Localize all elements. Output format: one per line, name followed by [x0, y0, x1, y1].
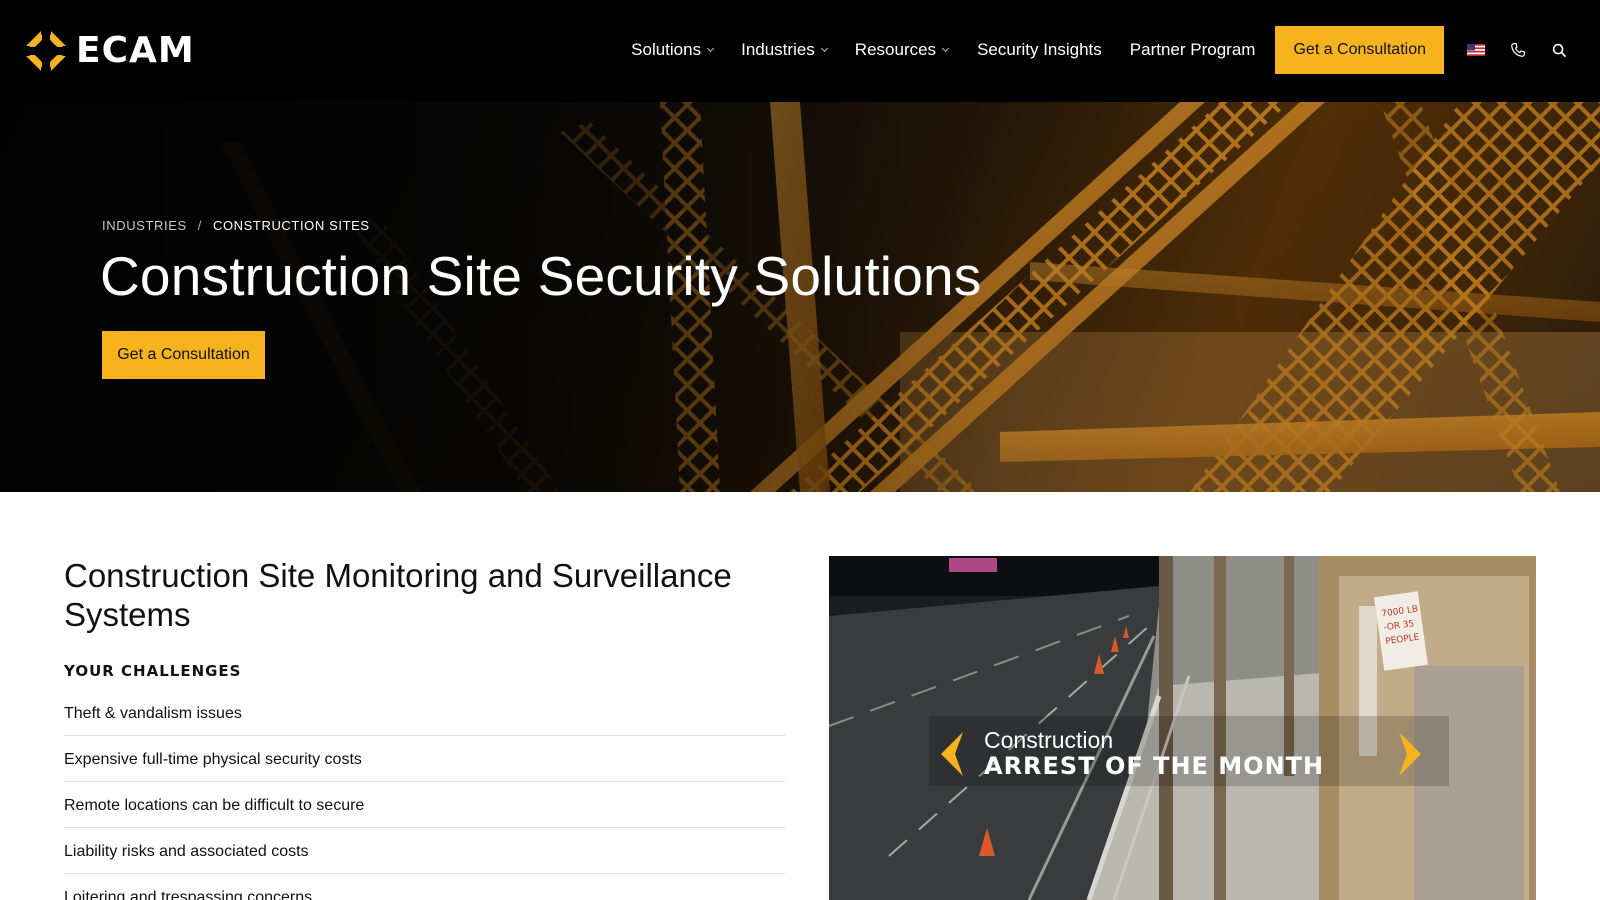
arrest-of-the-month-video[interactable]: 7000 LB -OR 35 PEOPLE Construction ARRES… [829, 556, 1536, 900]
chevron-left-icon [941, 732, 963, 776]
ecam-logo-mark-icon [24, 29, 68, 73]
breadcrumb-link-industries[interactable]: INDUSTRIES [102, 218, 187, 233]
breadcrumb-separator: / [197, 218, 202, 233]
breadcrumb: INDUSTRIES / CONSTRUCTION SITES [102, 218, 370, 233]
nav-item-industries[interactable]: Industries [741, 40, 828, 60]
list-item: Remote locations can be difficult to sec… [64, 782, 785, 828]
nav-label: Security Insights [977, 40, 1102, 59]
search-button[interactable] [1550, 26, 1568, 74]
hero-banner: INDUSTRIES / CONSTRUCTION SITES Construc… [0, 102, 1600, 492]
nav-item-resources[interactable]: Resources [854, 40, 950, 60]
nav-item-partner-program[interactable]: Partner Program [1130, 40, 1256, 60]
us-flag-icon [1467, 44, 1485, 56]
video-caption: Construction ARREST OF THE MONTH [984, 728, 1324, 780]
page-title: Construction Site Security Solutions [100, 245, 982, 307]
nav-label: Industries [741, 40, 815, 59]
video-caption-line1: Construction [984, 727, 1114, 753]
nav-label: Solutions [631, 40, 702, 59]
hero-consultation-button[interactable]: Get a Consultation [102, 331, 265, 379]
nav-item-security-insights[interactable]: Security Insights [977, 40, 1102, 60]
phone-button[interactable] [1508, 26, 1528, 74]
chevron-down-icon [942, 44, 950, 53]
list-item: Liability risks and associated costs [64, 828, 785, 874]
challenges-list: Theft & vandalism issues Expensive full-… [64, 690, 785, 900]
section-title: Construction Site Monitoring and Surveil… [64, 557, 732, 633]
logo-text: ECAM [76, 30, 195, 71]
chevron-down-icon [820, 44, 828, 53]
list-item: Expensive full-time physical security co… [64, 736, 785, 782]
breadcrumb-current: CONSTRUCTION SITES [212, 218, 370, 233]
list-item: Theft & vandalism issues [64, 690, 785, 736]
site-header: ECAM Solutions Industries Resources Secu… [0, 0, 1600, 102]
chevron-down-icon [707, 44, 715, 53]
chevron-right-icon [1399, 732, 1421, 776]
language-selector[interactable] [1466, 26, 1486, 74]
list-item: Loitering and trespassing concerns [64, 874, 785, 900]
nav-label: Partner Program [1129, 40, 1256, 59]
search-icon [1552, 43, 1566, 57]
main-nav: Solutions Industries Resources Security … [631, 26, 1600, 74]
header-consultation-button[interactable]: Get a Consultation [1275, 26, 1444, 74]
nav-item-solutions[interactable]: Solutions [631, 40, 715, 60]
challenges-heading: YOUR CHALLENGES [64, 662, 242, 680]
nav-label: Resources [854, 40, 937, 59]
video-caption-line2: ARREST OF THE MONTH [984, 752, 1325, 780]
ecam-logo[interactable]: ECAM [24, 28, 195, 74]
phone-icon [1511, 43, 1525, 57]
